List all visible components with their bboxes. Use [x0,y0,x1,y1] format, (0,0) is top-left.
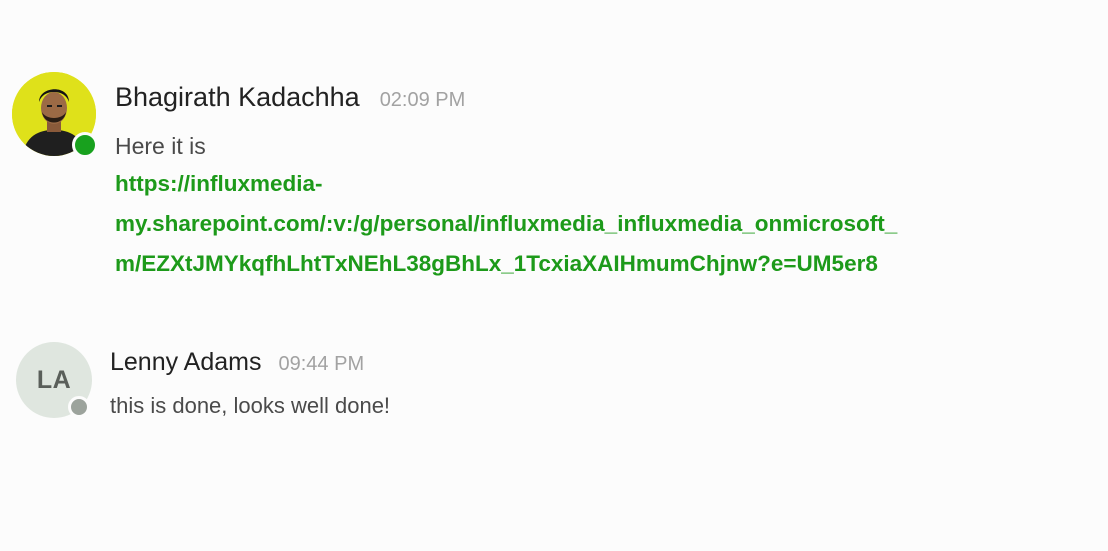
message-header: Lenny Adams 09:44 PM [110,348,390,377]
offline-status-icon [68,396,90,418]
link-line: my.sharepoint.com/:v:/g/personal/influxm… [115,211,898,236]
message-text: Here it is [115,133,206,159]
online-status-icon [72,132,98,158]
link-line: m/EZXtJMYkqfhLhtTxNEhL38gBhLx_1TcxiaXAIH… [115,251,878,276]
chat-message-list: Bhagirath Kadachha 02:09 PM Here it is h… [0,0,1108,551]
message-text: this is done, looks well done! [110,393,391,418]
message-content: Bhagirath Kadachha 02:09 PM Here it is h… [115,82,1100,284]
message-content: Lenny Adams 09:44 PM this is done, looks… [110,348,390,419]
message-timestamp: 02:09 PM [379,89,466,111]
message-header: Bhagirath Kadachha 02:09 PM [115,82,1100,113]
sender-name[interactable]: Bhagirath Kadachha [115,82,360,113]
link-line: https://influxmedia- [115,171,323,196]
sharepoint-link[interactable]: https://influxmedia- my.sharepoint.com/:… [115,164,1100,284]
avatar[interactable] [12,72,98,158]
sender-name[interactable]: Lenny Adams [110,348,262,377]
message-timestamp: 09:44 PM [278,353,365,375]
avatar[interactable]: LA [16,342,92,418]
